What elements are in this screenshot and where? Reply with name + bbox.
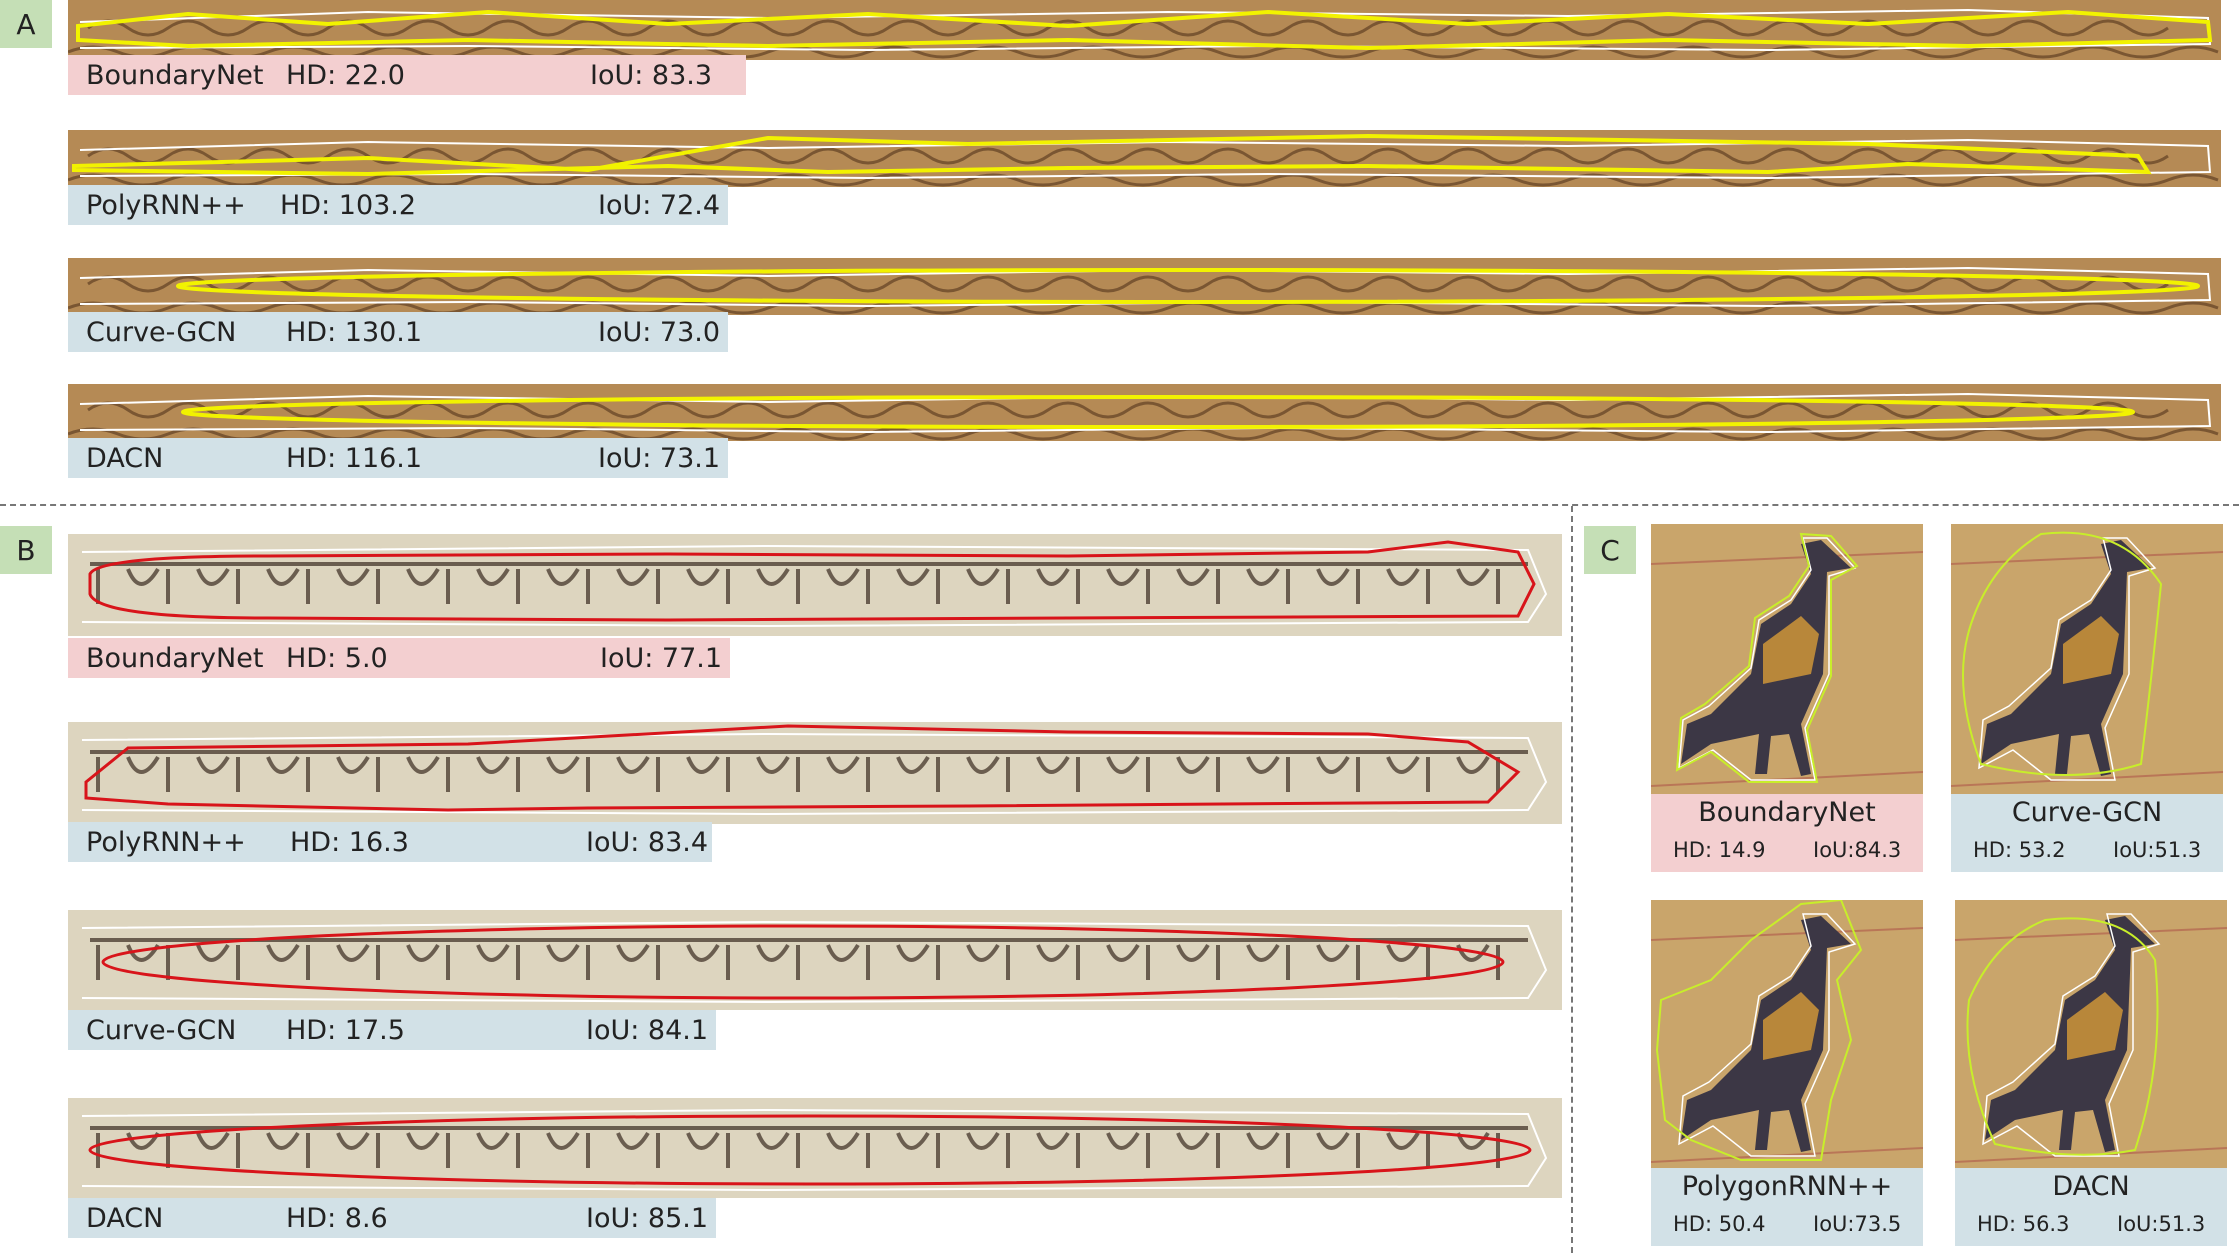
iou-value: IoU:73.5 (1813, 1212, 1902, 1236)
hd-value: HD: 53.2 (1973, 838, 2066, 862)
panel-b-image-2 (68, 722, 1562, 824)
panel-a-image-3 (68, 258, 2221, 315)
panel-b-label-boundarynet: BoundaryNet HD: 5.0 IoU: 77.1 (68, 638, 730, 678)
panel-a-label-dacn: DACN HD: 116.1 IoU: 73.1 (68, 438, 728, 478)
iou-value: IoU: 73.1 (598, 443, 721, 474)
iou-value: IoU: 77.1 (600, 643, 723, 674)
method-name: BoundaryNet (86, 60, 264, 91)
hd-value: HD: 50.4 (1673, 1212, 1766, 1236)
method-name: DACN (2052, 1171, 2130, 1202)
method-name: Curve-GCN (2011, 797, 2163, 828)
panel-a-label-polyrnn: PolyRNN++ HD: 103.2 IoU: 72.4 (68, 185, 728, 225)
method-name: DACN (86, 443, 164, 474)
hd-value: HD: 56.3 (1977, 1212, 2070, 1236)
horizontal-divider (0, 504, 2239, 506)
vertical-divider (1571, 506, 1573, 1253)
panel-a-image-2 (68, 130, 2221, 187)
hd-value: HD: 8.6 (286, 1203, 388, 1234)
method-name: PolygonRNN++ (1681, 1171, 1893, 1202)
hd-value: HD: 103.2 (280, 190, 417, 221)
hd-value: HD: 17.5 (286, 1015, 405, 1046)
hd-value: HD: 16.3 (290, 827, 409, 858)
panel-a-image-1 (68, 0, 2221, 60)
hd-value: HD: 130.1 (286, 317, 423, 348)
iou-value: IoU: 83.4 (586, 827, 709, 858)
hd-value: HD: 116.1 (286, 443, 423, 474)
panel-c-image-curvegcn (1951, 524, 2223, 794)
iou-value: IoU:51.3 (2113, 838, 2202, 862)
panel-a-label-curvegcn: Curve-GCN HD: 130.1 IoU: 73.0 (68, 312, 728, 352)
hd-value: HD: 14.9 (1673, 838, 1766, 862)
iou-value: IoU: 83.3 (590, 60, 713, 91)
panel-c-tag: C (1584, 526, 1636, 574)
iou-value: IoU: 85.1 (586, 1203, 709, 1234)
method-name: PolyRNN++ (86, 827, 246, 858)
method-name: PolyRNN++ (86, 190, 246, 221)
iou-value: IoU:84.3 (1813, 838, 1902, 862)
panel-a-tag: A (0, 0, 52, 48)
panel-c-label-dacn: DACN HD: 56.3 IoU:51.3 (1955, 1168, 2227, 1246)
method-name: BoundaryNet (1698, 797, 1876, 828)
iou-value: IoU: 72.4 (598, 190, 721, 221)
hd-value: HD: 5.0 (286, 643, 388, 674)
panel-b-tag: B (0, 526, 52, 574)
iou-value: IoU:51.3 (2117, 1212, 2206, 1236)
panel-b-image-3 (68, 910, 1562, 1010)
panel-c-label-polygonrnn: PolygonRNN++ HD: 50.4 IoU:73.5 (1651, 1168, 1923, 1246)
panel-a-label-boundarynet: BoundaryNet HD: 22.0 IoU: 83.3 (68, 55, 746, 95)
method-name: DACN (86, 1203, 164, 1234)
method-name: BoundaryNet (86, 643, 264, 674)
method-name: Curve-GCN (86, 1015, 237, 1046)
iou-value: IoU: 73.0 (598, 317, 721, 348)
hd-value: HD: 22.0 (286, 60, 405, 91)
method-name: Curve-GCN (86, 317, 237, 348)
panel-b-label-dacn: DACN HD: 8.6 IoU: 85.1 (68, 1198, 716, 1238)
panel-b-image-4 (68, 1098, 1562, 1198)
panel-b-image-1 (68, 534, 1562, 636)
iou-value: IoU: 84.1 (586, 1015, 709, 1046)
panel-c-label-boundarynet: BoundaryNet HD: 14.9 IoU:84.3 (1651, 794, 1923, 872)
panel-a-image-4 (68, 384, 2221, 441)
panel-b-label-polyrnn: PolyRNN++ HD: 16.3 IoU: 83.4 (68, 822, 712, 862)
panel-c-image-dacn (1955, 900, 2227, 1170)
panel-c-label-curvegcn: Curve-GCN HD: 53.2 IoU:51.3 (1951, 794, 2223, 872)
panel-c-image-boundarynet (1651, 524, 1923, 794)
panel-c-image-polygonrnn (1651, 900, 1923, 1170)
panel-b-label-curvegcn: Curve-GCN HD: 17.5 IoU: 84.1 (68, 1010, 716, 1050)
